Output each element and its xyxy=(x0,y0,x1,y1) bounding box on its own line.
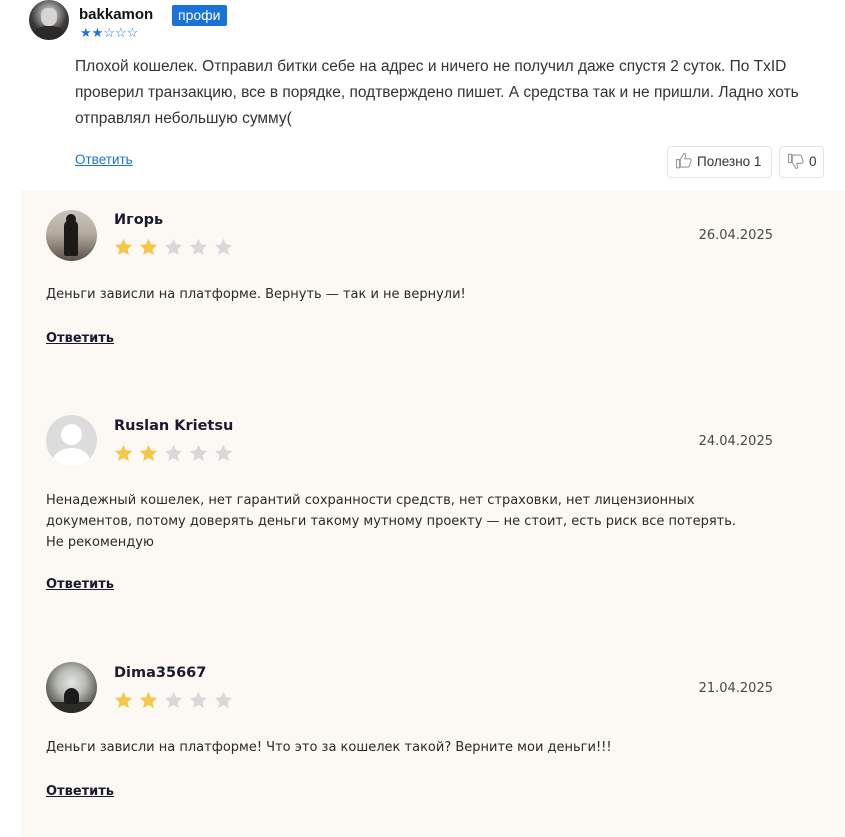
review-text: Деньги зависли на платформе. Вернуть — т… xyxy=(46,287,466,302)
like-count: Полезно 1 xyxy=(697,154,762,169)
star-empty-icon xyxy=(214,691,233,709)
review-date: 21.04.2025 xyxy=(698,681,773,696)
star-empty-icon: ☆ xyxy=(114,25,127,40)
rating-stars xyxy=(113,690,238,711)
reply-link[interactable]: Ответить xyxy=(46,784,114,799)
dislike-count: 0 xyxy=(809,154,817,169)
review-text: Плохой кошелек. Отправил битки себе на а… xyxy=(75,58,799,127)
dislike-button[interactable]: 0 xyxy=(779,146,824,178)
status-badge: профи xyxy=(172,5,227,26)
reply-link[interactable]: Ответить xyxy=(46,331,114,346)
star-empty-icon: ☆ xyxy=(126,25,139,40)
avatar xyxy=(46,210,97,261)
avatar xyxy=(46,415,97,466)
top-review: bakkamon профи ★★☆☆☆ Плохой кошелек. Отп… xyxy=(0,0,845,182)
star-empty-icon xyxy=(164,691,183,709)
star-filled-icon: ★ xyxy=(91,25,104,40)
rating-stars xyxy=(113,443,238,464)
reviewer-name: Dima35667 xyxy=(114,665,207,681)
star-empty-icon xyxy=(164,238,183,256)
star-filled-icon xyxy=(114,444,133,462)
username[interactable]: bakkamon xyxy=(79,6,153,23)
rating-stars: ★★☆☆☆ xyxy=(80,26,138,40)
rating-stars xyxy=(113,237,238,258)
star-empty-icon xyxy=(189,691,208,709)
star-filled-icon xyxy=(139,691,158,709)
star-filled-icon xyxy=(139,238,158,256)
star-empty-icon xyxy=(214,444,233,462)
star-empty-icon: ☆ xyxy=(103,25,115,40)
reply-link[interactable]: Ответить xyxy=(46,577,114,592)
reviewer-name: Ruslan Krietsu xyxy=(114,418,234,434)
avatar[interactable] xyxy=(29,0,69,40)
review-date: 24.04.2025 xyxy=(698,434,773,449)
star-empty-icon xyxy=(189,444,208,462)
star-filled-icon xyxy=(114,238,133,256)
thumbs-down-icon xyxy=(787,153,804,170)
review-date: 26.04.2025 xyxy=(698,228,773,243)
reviewer-name: Игорь xyxy=(114,212,164,228)
review-text: Деньги зависли на платформе! Что это за … xyxy=(46,740,612,755)
star-filled-icon: ★ xyxy=(80,25,92,40)
star-empty-icon xyxy=(214,238,233,256)
like-button[interactable]: Полезно 1 xyxy=(667,146,772,178)
reviews-panel: Игорь 26.04.2025 Деньги зависли на платф… xyxy=(21,190,845,837)
star-empty-icon xyxy=(164,444,183,462)
thumbs-up-icon xyxy=(675,152,692,169)
review-text: Ненадежный кошелек, нет гарантий сохранн… xyxy=(46,493,737,550)
star-filled-icon xyxy=(114,691,133,709)
star-filled-icon xyxy=(139,444,158,462)
avatar xyxy=(46,662,97,713)
reply-link[interactable]: Ответить xyxy=(75,152,133,167)
star-empty-icon xyxy=(189,238,208,256)
